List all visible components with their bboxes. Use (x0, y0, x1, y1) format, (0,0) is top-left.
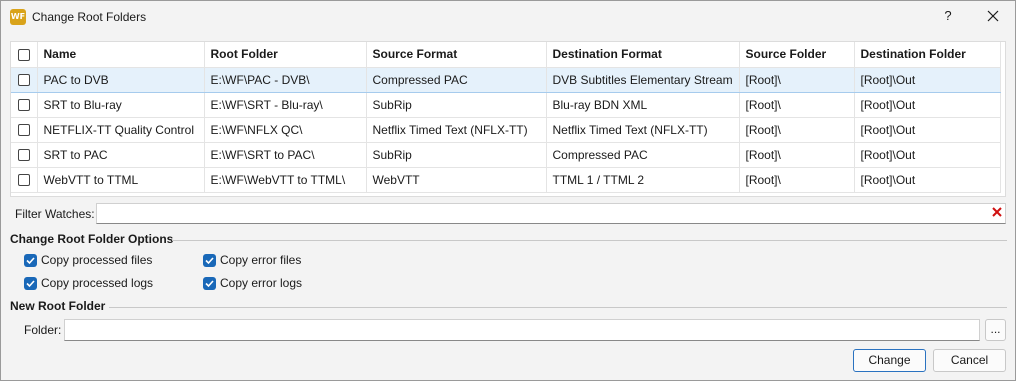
checkmark-icon (26, 279, 35, 287)
cell-source-folder: [Root]\ (739, 92, 855, 118)
clear-filter-icon[interactable] (991, 206, 1003, 218)
cell-name: NETFLIX-TT Quality Control (37, 117, 205, 143)
column-header-source-format[interactable]: Source Format (366, 42, 547, 68)
cancel-button[interactable]: Cancel (933, 349, 1006, 372)
cell-destination-folder: [Root]\Out (854, 66, 1001, 93)
cell-source-folder: [Root]\ (739, 66, 855, 93)
folder-label: Folder: (24, 323, 62, 337)
cell-source-format: SubRip (366, 92, 547, 118)
window-title: Change Root Folders (32, 10, 147, 24)
cell-destination-format: Blu-ray BDN XML (546, 92, 740, 118)
help-button[interactable]: ? (937, 5, 959, 27)
browse-folder-button[interactable]: ... (985, 319, 1006, 341)
cell-destination-folder: [Root]\Out (854, 167, 1001, 193)
cell-root-folder: E:\WF\SRT - Blu-ray\ (204, 92, 367, 118)
column-header-destination-folder[interactable]: Destination Folder (854, 42, 1001, 68)
table-row[interactable]: SRT to PAC E:\WF\SRT to PAC\ SubRip Comp… (11, 142, 1001, 168)
cell-name: PAC to DVB (37, 66, 205, 93)
table-header-row: Name Root Folder Source Format Destinati… (11, 42, 1001, 68)
title-bar: WF Change Root Folders ? (1, 1, 1015, 32)
cell-source-format: Netflix Timed Text (NFLX-TT) (366, 117, 547, 143)
new-root-group-header: New Root Folder (10, 299, 106, 313)
dialog-window: WF Change Root Folders ? Name Root Folde… (0, 0, 1016, 381)
cell-source-format: Compressed PAC (366, 66, 547, 93)
select-all-checkbox[interactable] (17, 49, 30, 62)
app-icon: WF (10, 9, 26, 25)
cell-root-folder: E:\WF\SRT to PAC\ (204, 142, 367, 168)
cell-source-format: SubRip (366, 142, 547, 168)
checkmark-icon (205, 256, 214, 264)
filter-label: Filter Watches: (15, 207, 95, 221)
new-root-divider (109, 307, 1007, 308)
table-row[interactable]: PAC to DVB E:\WF\PAC - DVB\ Compressed P… (11, 66, 1001, 93)
change-button[interactable]: Change (853, 349, 926, 372)
cell-root-folder: E:\WF\PAC - DVB\ (204, 66, 367, 93)
filter-row: Filter Watches: (10, 202, 1006, 224)
folder-input[interactable] (64, 319, 980, 341)
checkmark-icon (205, 279, 214, 287)
watch-folders-table: Name Root Folder Source Format Destinati… (10, 41, 1006, 197)
cell-destination-folder: [Root]\Out (854, 117, 1001, 143)
row-checkbox[interactable] (17, 74, 30, 87)
cell-name: WebVTT to TTML (37, 167, 205, 193)
copy-processed-logs-checkbox[interactable] (24, 276, 37, 290)
cell-source-format: WebVTT (366, 167, 547, 193)
column-header-root-folder[interactable]: Root Folder (204, 42, 367, 68)
cell-source-folder: [Root]\ (739, 167, 855, 193)
options-group-header: Change Root Folder Options (10, 232, 174, 246)
column-header-destination-format[interactable]: Destination Format (546, 42, 740, 68)
table-row[interactable]: NETFLIX-TT Quality Control E:\WF\NFLX QC… (11, 117, 1001, 143)
cell-source-folder: [Root]\ (739, 117, 855, 143)
table-row[interactable]: SRT to Blu-ray E:\WF\SRT - Blu-ray\ SubR… (11, 92, 1001, 118)
select-all-checkbox-cell[interactable] (11, 42, 38, 68)
copy-error-files-checkbox[interactable] (203, 253, 216, 267)
cell-destination-format: DVB Subtitles Elementary Stream (546, 66, 740, 93)
row-checkbox[interactable] (17, 99, 30, 112)
cell-source-folder: [Root]\ (739, 142, 855, 168)
column-header-name[interactable]: Name (37, 42, 205, 68)
cell-destination-format: TTML 1 / TTML 2 (546, 167, 740, 193)
copy-error-files-label: Copy error files (220, 253, 302, 267)
copy-error-logs-label: Copy error logs (220, 276, 303, 290)
copy-processed-files-label: Copy processed files (41, 253, 153, 267)
checkmark-icon (26, 256, 35, 264)
cell-name: SRT to PAC (37, 142, 205, 168)
cell-root-folder: E:\WF\WebVTT to TTML\ (204, 167, 367, 193)
options-divider (172, 240, 1007, 241)
close-button[interactable] (981, 5, 1005, 27)
copy-error-logs-option[interactable]: Copy error logs (203, 276, 302, 290)
copy-processed-logs-label: Copy processed logs (41, 276, 154, 290)
copy-error-files-option[interactable]: Copy error files (203, 253, 301, 267)
column-header-source-folder[interactable]: Source Folder (739, 42, 855, 68)
cell-root-folder: E:\WF\NFLX QC\ (204, 117, 367, 143)
cell-destination-folder: [Root]\Out (854, 92, 1001, 118)
row-checkbox[interactable] (17, 149, 30, 162)
table-row[interactable]: WebVTT to TTML E:\WF\WebVTT to TTML\ Web… (11, 167, 1001, 193)
cell-destination-format: Netflix Timed Text (NFLX-TT) (546, 117, 740, 143)
copy-processed-files-option[interactable]: Copy processed files (24, 253, 152, 267)
close-icon (987, 10, 999, 22)
cell-name: SRT to Blu-ray (37, 92, 205, 118)
copy-processed-logs-option[interactable]: Copy processed logs (24, 276, 153, 290)
cell-destination-format: Compressed PAC (546, 142, 740, 168)
copy-error-logs-checkbox[interactable] (203, 276, 216, 290)
row-checkbox[interactable] (17, 124, 30, 137)
row-checkbox[interactable] (17, 174, 30, 187)
cell-destination-folder: [Root]\Out (854, 142, 1001, 168)
filter-watches-input[interactable] (96, 203, 1006, 224)
copy-processed-files-checkbox[interactable] (24, 253, 37, 267)
